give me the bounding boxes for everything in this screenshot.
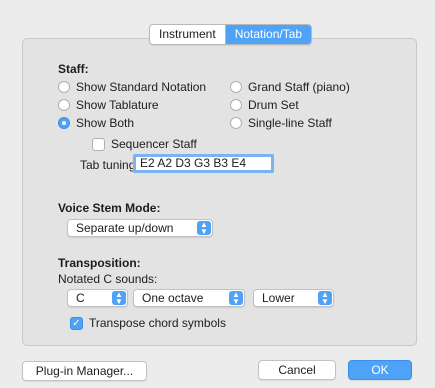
radio-selected-icon (58, 117, 70, 129)
voice-stem-popup[interactable]: Separate up/down ▲ ▼ (67, 219, 213, 237)
radio-drum-set[interactable]: Drum Set (230, 98, 299, 112)
cancel-button[interactable]: Cancel (258, 360, 336, 380)
updown-arrow-icon: ▲ ▼ (229, 291, 243, 306)
notation-dialog: Instrument Notation/Tab Staff: Show Stan… (0, 0, 435, 388)
tab-tuning-field[interactable]: E2 A2 D3 G3 B3 E4 (133, 154, 274, 173)
voice-stem-heading: Voice Stem Mode: (58, 201, 161, 215)
checkbox-icon (92, 137, 105, 151)
note-popup[interactable]: C ▲ ▼ (67, 289, 128, 307)
radio-single-line[interactable]: Single-line Staff (230, 116, 332, 130)
plugin-manager-button[interactable]: Plug-in Manager... (22, 361, 147, 381)
radio-icon (230, 117, 242, 129)
popup-value: One octave (142, 291, 204, 305)
staff-heading: Staff: (58, 62, 89, 76)
sequencer-staff-checkbox[interactable]: Sequencer Staff (92, 137, 197, 151)
updown-arrow-icon: ▲ ▼ (318, 291, 332, 306)
transpose-chords-checkbox[interactable]: ✓ Transpose chord symbols (70, 316, 226, 330)
radio-show-both[interactable]: Show Both (58, 116, 134, 130)
radio-label: Drum Set (248, 98, 299, 112)
checkbox-label: Sequencer Staff (111, 137, 197, 151)
interval-popup[interactable]: One octave ▲ ▼ (133, 289, 245, 307)
radio-label: Grand Staff (piano) (248, 80, 350, 94)
direction-popup[interactable]: Lower ▲ ▼ (253, 289, 334, 307)
updown-arrow-icon: ▲ ▼ (197, 221, 211, 236)
radio-standard-notation[interactable]: Show Standard Notation (58, 80, 206, 94)
radio-icon (58, 81, 70, 93)
radio-label: Show Standard Notation (76, 80, 207, 94)
tab-notation[interactable]: Notation/Tab (225, 25, 312, 44)
popup-value: Lower (262, 291, 295, 305)
radio-label: Show Both (76, 116, 135, 130)
tab-instrument[interactable]: Instrument (150, 25, 226, 44)
radio-label: Single-line Staff (248, 116, 332, 130)
radio-icon (58, 99, 70, 111)
notated-c-label: Notated C sounds: (58, 272, 158, 286)
updown-arrow-icon: ▲ ▼ (112, 291, 126, 306)
radio-grand-staff[interactable]: Grand Staff (piano) (230, 80, 350, 94)
tab-tuning-label: Tab tuning: (80, 158, 139, 172)
popup-value: C (76, 291, 85, 305)
radio-label: Show Tablature (76, 98, 159, 112)
checkmark-icon: ✓ (70, 316, 83, 330)
tab-switcher: Instrument Notation/Tab (149, 24, 313, 45)
transposition-heading: Transposition: (58, 256, 141, 270)
checkbox-label: Transpose chord symbols (89, 316, 226, 330)
radio-tablature[interactable]: Show Tablature (58, 98, 159, 112)
popup-value: Separate up/down (76, 221, 174, 235)
ok-button[interactable]: OK (348, 360, 412, 380)
radio-icon (230, 99, 242, 111)
radio-icon (230, 81, 242, 93)
